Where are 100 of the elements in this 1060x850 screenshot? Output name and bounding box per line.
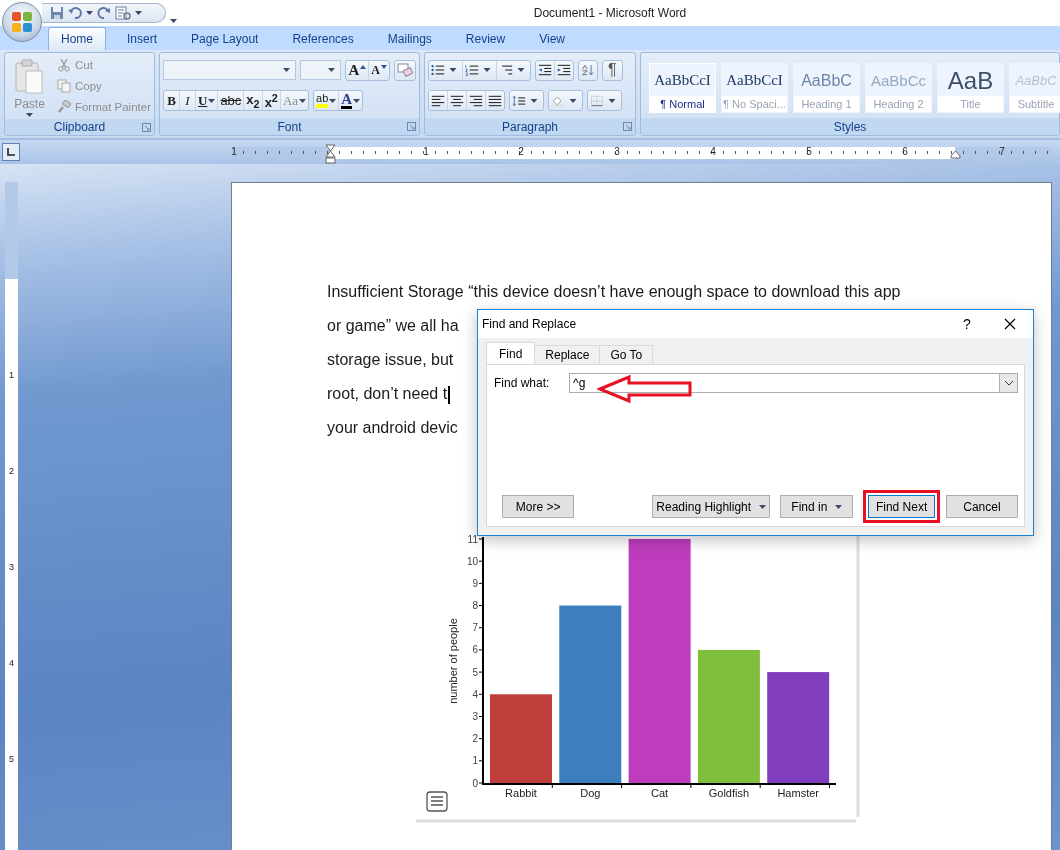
- chevron-down-icon[interactable]: [1003, 380, 1014, 386]
- undo-icon[interactable]: [68, 6, 82, 20]
- down-triangle-icon: [381, 64, 387, 69]
- tick-label: 2: [472, 733, 478, 745]
- dialog-button[interactable]: More >>: [502, 495, 575, 518]
- font-color-button[interactable]: A: [339, 91, 363, 111]
- outdent-icon: [538, 63, 552, 78]
- category-label: Goldfish: [708, 787, 750, 799]
- clipboard-icon: [14, 59, 45, 95]
- align-left-icon: [431, 93, 445, 108]
- scissors-icon: [56, 58, 71, 73]
- bullets-button[interactable]: [429, 60, 463, 80]
- paragraph-line: storage issue, but: [327, 351, 454, 368]
- format-button[interactable]: U: [196, 91, 219, 111]
- ruler-number: 7: [999, 146, 1005, 157]
- tick-label: 9: [472, 577, 478, 589]
- group-label: Styles: [833, 119, 867, 134]
- paragraph-line: root, don’t need t: [327, 385, 448, 402]
- shrink-font-button[interactable]: A: [369, 60, 389, 80]
- print-preview-icon[interactable]: [115, 6, 131, 20]
- numbered-list-icon: [465, 63, 479, 78]
- close-icon[interactable]: [1004, 318, 1016, 330]
- format-button[interactable]: I: [180, 91, 196, 111]
- ruler-number: 4: [710, 146, 716, 157]
- tick-label: 5: [472, 666, 478, 678]
- ribbon-tab[interactable]: View: [526, 27, 578, 50]
- paste-caret-icon: [25, 113, 33, 117]
- help-button[interactable]: ?: [947, 316, 987, 332]
- ruler-number: 2: [518, 146, 524, 157]
- line-spacing-icon: [512, 93, 526, 108]
- save-icon[interactable]: [50, 6, 64, 20]
- caret-icon: [759, 504, 767, 509]
- tab-stop-selector[interactable]: [2, 143, 20, 161]
- ruler-number: 5: [8, 754, 15, 764]
- dialog-tab[interactable]: Replace: [534, 345, 601, 364]
- tick-label: 10: [466, 555, 478, 567]
- dialog-launcher-icon[interactable]: [407, 122, 416, 131]
- tick-label: 1: [472, 755, 478, 767]
- show-formatting-button[interactable]: ¶: [603, 60, 622, 80]
- caret-icon: [329, 98, 337, 103]
- dialog-button[interactable]: Find in: [780, 495, 854, 518]
- grow-font-button[interactable]: A: [346, 60, 370, 80]
- center-button[interactable]: [448, 91, 467, 111]
- ruler-number: 3: [8, 562, 15, 572]
- ribbon-tab[interactable]: References: [279, 27, 367, 50]
- format-button[interactable]: x$_{2}$: [244, 91, 263, 111]
- right-indent-marker-icon[interactable]: [950, 150, 961, 159]
- ruler-number: 2: [8, 466, 15, 476]
- caret-icon: [208, 98, 216, 103]
- dialog-button[interactable]: Cancel: [945, 495, 1018, 518]
- format-button[interactable]: x$^{2}$: [262, 91, 281, 111]
- sort-icon: [581, 63, 595, 78]
- dialog-tab[interactable]: Go To: [599, 345, 654, 364]
- font-size-field[interactable]: [300, 60, 342, 81]
- find-what-field[interactable]: ^g: [569, 373, 1018, 393]
- layout-options-icon[interactable]: [426, 791, 448, 812]
- highlight-button[interactable]: ab: [314, 91, 340, 111]
- customize-caret-icon: [170, 19, 177, 23]
- axis-title: number of people: [447, 618, 459, 704]
- style-item[interactable]: AaB Title: [937, 62, 1004, 113]
- ribbon-tab[interactable]: Mailings: [374, 27, 445, 50]
- tick-label: 3: [472, 710, 478, 722]
- dialog-launcher-icon[interactable]: [142, 123, 151, 132]
- align-left-button[interactable]: [429, 91, 448, 111]
- format-button[interactable]: B: [164, 91, 180, 111]
- tick-label: 4: [472, 688, 478, 700]
- style-item[interactable]: AaBbCcI ¶ Normal: [649, 62, 716, 113]
- indent-marker-icon[interactable]: [325, 144, 336, 164]
- clear-formatting-button[interactable]: [395, 60, 415, 80]
- tick-label: 7: [472, 622, 478, 634]
- decrease-indent-button[interactable]: [536, 60, 555, 80]
- category-label: Cat: [651, 787, 669, 799]
- field-label: Find what:: [494, 376, 551, 390]
- redo-icon[interactable]: [97, 6, 111, 20]
- caret-icon: [135, 11, 142, 15]
- text-cursor: [448, 385, 451, 404]
- multilevel-list-icon: [499, 63, 513, 78]
- align-right-button[interactable]: [467, 91, 486, 111]
- style-item[interactable]: AaBbCcI ¶ No Spaci...: [721, 62, 788, 113]
- numbering-button[interactable]: [463, 60, 497, 80]
- dialog-launcher-icon[interactable]: [623, 122, 632, 131]
- dialog-tab[interactable]: Find: [486, 342, 536, 364]
- ruler-number: 4: [8, 658, 15, 668]
- office-button[interactable]: [2, 2, 42, 42]
- ribbon-tab[interactable]: Page Layout: [178, 27, 272, 50]
- ribbon-tab[interactable]: Review: [452, 27, 519, 50]
- dialog-button[interactable]: Reading Highlight: [652, 495, 771, 518]
- tick-label: 8: [472, 600, 478, 612]
- category-label: Hamster: [777, 787, 819, 799]
- format-button[interactable]: abc: [218, 91, 245, 111]
- ruler-number: 5: [806, 146, 812, 157]
- ribbon-tab[interactable]: Home: [48, 27, 106, 50]
- tick-label: 11: [467, 533, 478, 545]
- copy-icon: [56, 79, 71, 93]
- ruler-number: 1: [231, 146, 237, 157]
- caret-icon: [299, 98, 307, 103]
- font-name-field[interactable]: [163, 60, 297, 81]
- ribbon-tab[interactable]: Insert: [114, 27, 171, 50]
- dialog-title: Find and Replace: [482, 317, 578, 331]
- style-item[interactable]: AaBbC Heading 1: [793, 62, 860, 113]
